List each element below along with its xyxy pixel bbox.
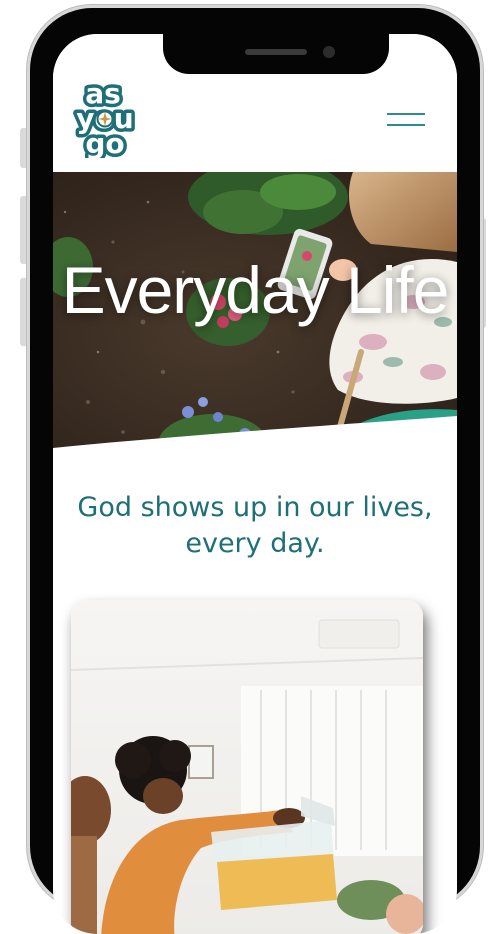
card-photo-family-kitchen: [71, 600, 423, 934]
tagline: God shows up in our lives, every day.: [73, 490, 437, 562]
hamburger-menu-icon[interactable]: [387, 111, 425, 129]
volume-down-button: [20, 278, 28, 346]
phone-screen: as you go as you go: [53, 34, 457, 934]
menu-line-top: [387, 113, 425, 115]
phone-notch: [163, 34, 389, 74]
tagline-line-2: every day.: [185, 528, 325, 559]
brand-logo[interactable]: as you go as you go: [67, 78, 143, 158]
logo-fill-go: go: [85, 127, 124, 158]
hero-title: Everyday Life: [61, 253, 450, 327]
volume-up-button: [20, 196, 28, 264]
feature-card[interactable]: [71, 600, 423, 934]
compass-icon: [96, 110, 114, 128]
menu-line-bottom: [387, 124, 425, 126]
front-camera: [323, 46, 335, 58]
phone-frame: as you go as you go: [30, 8, 480, 934]
hero-banner: Everyday Life: [53, 172, 457, 456]
speaker-grille: [245, 49, 307, 55]
silent-switch: [20, 128, 28, 168]
tagline-line-1: God shows up in our lives,: [77, 492, 433, 523]
